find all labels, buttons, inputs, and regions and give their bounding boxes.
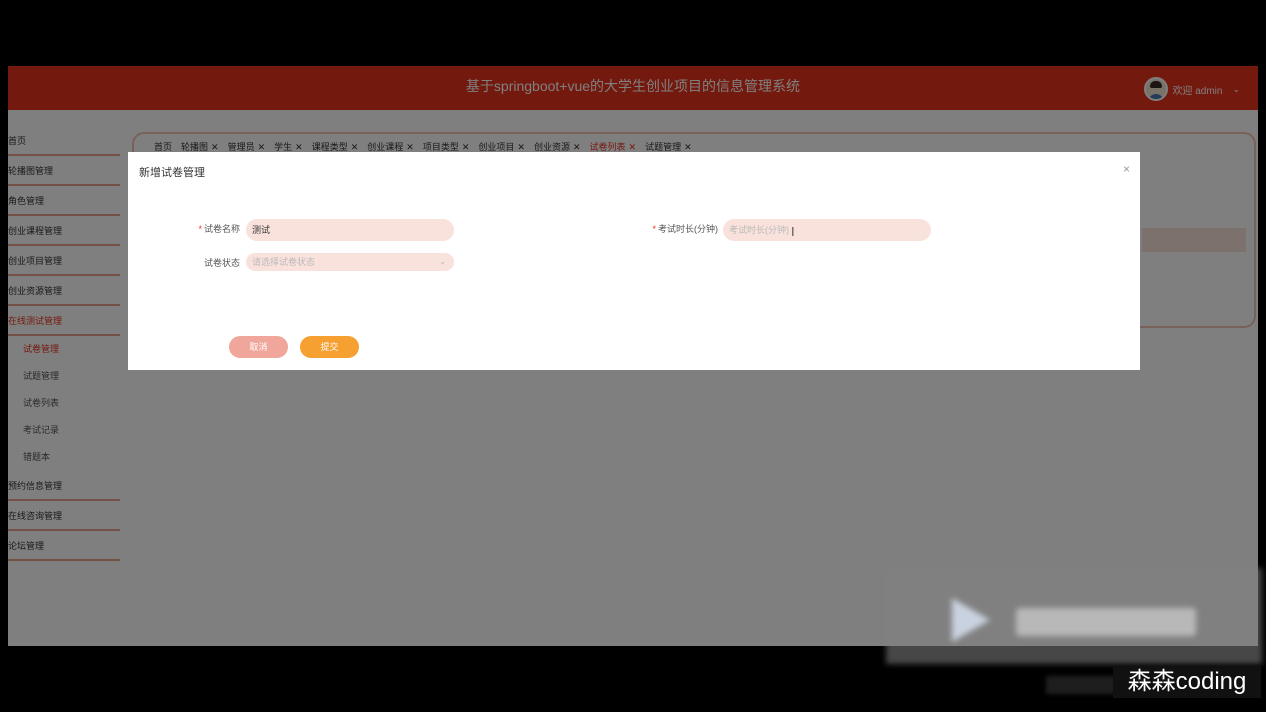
paper-name-input[interactable]: 测试 <box>246 219 454 241</box>
add-paper-dialog: 新增试卷管理 × * 试卷名称 测试 * 考试时长(分钟) 考试时长(分钟) I 试… <box>128 152 1140 370</box>
input-placeholder: 考试时长(分钟) <box>729 225 789 235</box>
select-placeholder: 请选择试卷状态 <box>252 257 316 267</box>
paper-status-select[interactable]: 请选择试卷状态 ⌄ <box>246 253 454 271</box>
play-icon <box>952 598 990 642</box>
field-label: 考试时长(分钟) <box>658 224 718 234</box>
logo-text-blur <box>1016 608 1196 636</box>
blurred-logo <box>886 568 1262 664</box>
chevron-down-icon: ⌄ <box>439 257 446 266</box>
watermark-shadow <box>1046 676 1116 694</box>
dialog-title: 新增试卷管理 <box>139 167 205 179</box>
exam-duration-input[interactable]: 考试时长(分钟) I <box>723 219 931 241</box>
submit-button[interactable]: 提交 <box>300 336 359 358</box>
input-value: 测试 <box>252 225 271 235</box>
field-label: 试卷名称 <box>203 224 240 234</box>
watermark: 森森coding <box>1113 666 1261 698</box>
paper-status-label: 试卷状态 <box>168 256 240 269</box>
close-icon[interactable]: × <box>1123 162 1130 176</box>
exam-duration-label: * 考试时长(分钟) <box>652 224 718 234</box>
paper-name-label: * 试卷名称 <box>198 224 240 234</box>
text-cursor-icon: I <box>791 224 795 239</box>
field-label: 试卷状态 <box>203 258 240 268</box>
cancel-button[interactable]: 取消 <box>229 336 288 358</box>
